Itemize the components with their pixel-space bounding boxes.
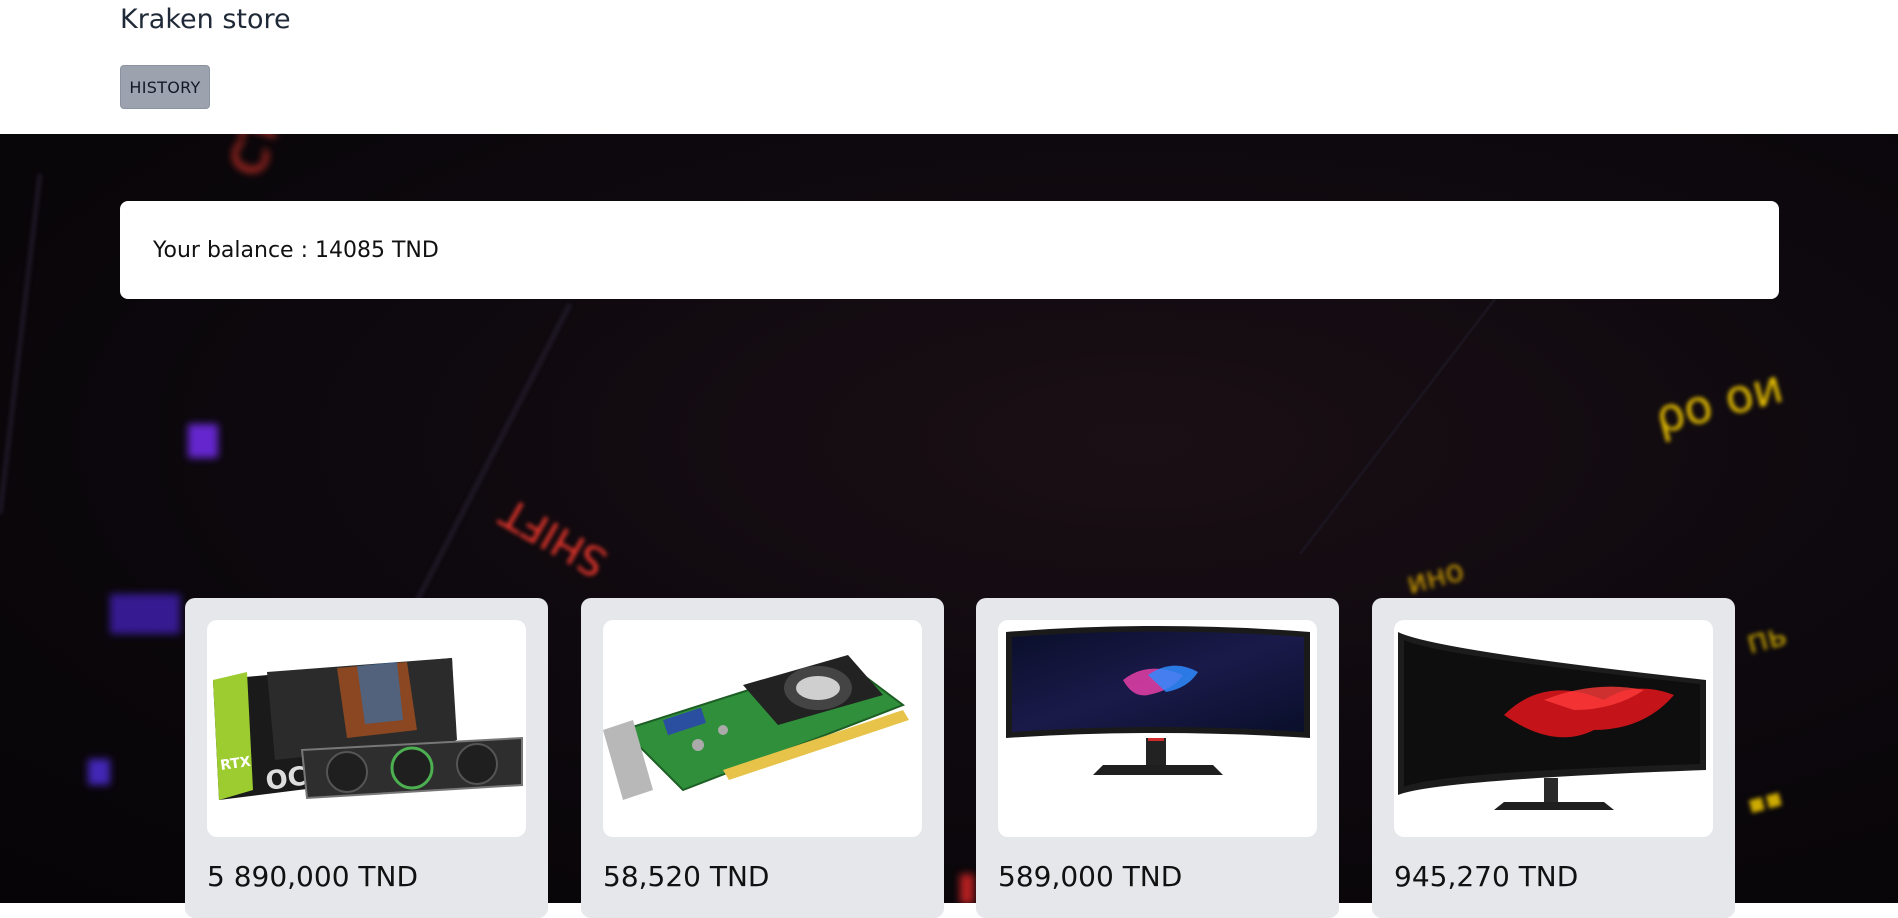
balance-card: Your balance : 14085 TND: [120, 201, 1779, 299]
product-image[interactable]: [998, 620, 1317, 837]
svg-text:CTR: CTR: [220, 134, 302, 183]
product-image[interactable]: [603, 620, 922, 837]
product-card[interactable]: RTX OC 5 890,000 TND: [185, 598, 548, 918]
product-image[interactable]: [1394, 620, 1713, 837]
product-price: 945,270 TND: [1394, 860, 1579, 893]
product-price: 5 890,000 TND: [207, 860, 419, 893]
history-button[interactable]: HISTORY: [120, 65, 210, 109]
product-image[interactable]: RTX OC: [207, 620, 526, 837]
svg-text:пь: пь: [1742, 615, 1790, 662]
svg-text:OC: OC: [264, 761, 309, 796]
curved-monitor-dragon-icon: [1006, 626, 1310, 775]
svg-text:ρo ои: ρo ои: [1649, 359, 1789, 445]
svg-text:▪▪: ▪▪: [1744, 783, 1786, 821]
curved-monitor-red-splash-icon: [1398, 632, 1706, 810]
graphics-card-green-pcb-icon: [603, 655, 909, 800]
graphics-card-palit-rtx-icon: RTX OC: [213, 658, 523, 800]
product-price: 58,520 TND: [603, 860, 770, 893]
product-card[interactable]: 589,000 TND: [976, 598, 1339, 918]
product-card[interactable]: 58,520 TND: [581, 598, 944, 918]
product-price: 589,000 TND: [998, 860, 1183, 893]
balance-text: Your balance : 14085 TND: [153, 237, 439, 263]
top-navbar: Kraken store HISTORY: [0, 0, 1898, 134]
svg-text:ино: ино: [1403, 553, 1468, 602]
svg-text:SHIFT: SHIFT: [493, 488, 615, 585]
product-card[interactable]: 945,270 TND: [1372, 598, 1735, 918]
store-title[interactable]: Kraken store: [120, 4, 291, 35]
